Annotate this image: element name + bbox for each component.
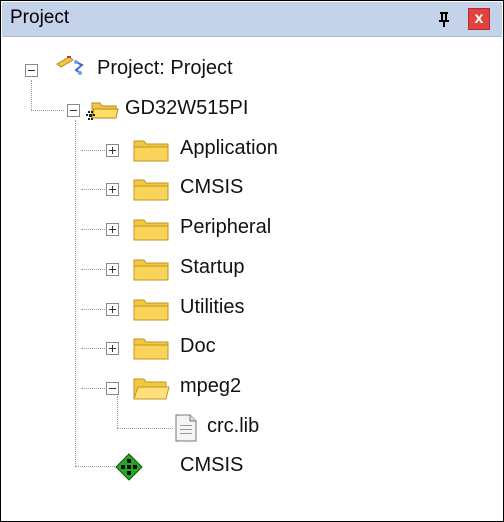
- file-label: crc.lib: [207, 415, 260, 437]
- close-button[interactable]: x: [468, 8, 490, 30]
- folder-icon: [133, 299, 169, 321]
- expand-toggle[interactable]: [106, 183, 119, 196]
- file-icon: [175, 414, 197, 442]
- open-folder-icon: [133, 378, 170, 400]
- panel-title: Project: [10, 7, 70, 28]
- project-panel: Project x Project: Project GD32W515PI Ap…: [0, 0, 504, 522]
- component-icon: [115, 453, 143, 481]
- group-label: Doc: [180, 335, 216, 357]
- expand-toggle[interactable]: [106, 303, 119, 316]
- project-tree: Project: Project GD32W515PI Application …: [1, 37, 503, 521]
- collapse-toggle[interactable]: [67, 104, 80, 117]
- collapse-toggle[interactable]: [106, 382, 119, 395]
- group-label: mpeg2: [180, 375, 242, 397]
- group-label: Peripheral: [180, 216, 272, 238]
- group-label: Application: [180, 137, 278, 159]
- collapse-toggle[interactable]: [25, 64, 38, 77]
- project-label: Project: Project: [97, 57, 233, 79]
- expand-toggle[interactable]: [106, 342, 119, 355]
- expand-toggle[interactable]: [106, 223, 119, 236]
- target-label: GD32W515PI: [125, 97, 249, 119]
- group-label: Startup: [180, 256, 245, 278]
- folder-icon: [133, 259, 169, 281]
- expand-toggle[interactable]: [106, 263, 119, 276]
- folder-icon: [133, 219, 169, 241]
- pin-icon[interactable]: [436, 10, 452, 28]
- project-icon: [56, 56, 84, 75]
- folder-icon: [133, 179, 169, 201]
- folder-icon: [133, 140, 169, 162]
- component-label: CMSIS: [180, 454, 244, 476]
- target-folder-icon: [86, 102, 119, 120]
- close-icon: x: [474, 10, 484, 27]
- panel-title-bar[interactable]: Project x: [2, 2, 502, 37]
- group-label: CMSIS: [180, 176, 244, 198]
- group-label: Utilities: [180, 296, 245, 318]
- folder-icon: [133, 338, 169, 360]
- expand-toggle[interactable]: [106, 144, 119, 157]
